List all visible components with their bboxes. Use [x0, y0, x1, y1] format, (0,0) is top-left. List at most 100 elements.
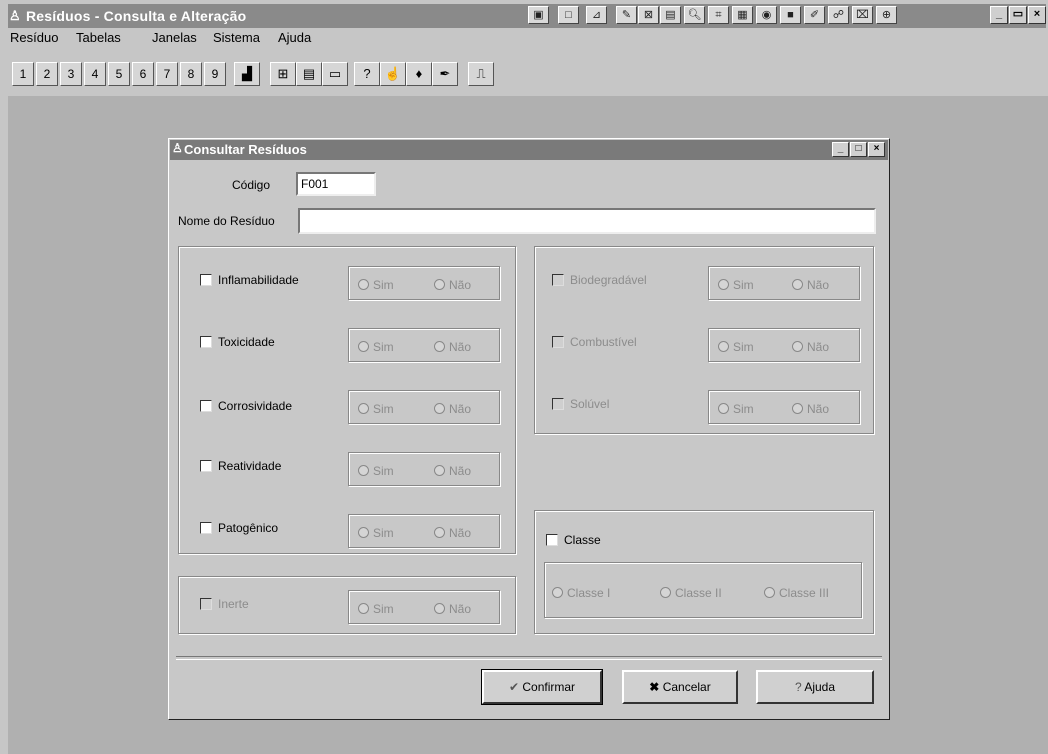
corrosividade-sim-radio[interactable]: Sim [358, 402, 394, 416]
tray-icon-9[interactable]: ▦ [732, 6, 753, 24]
toolbar: 1 2 3 4 5 6 7 8 9 ▟ ⊞ ▤ ▭ ? ☝ ♦ ✒ ⎍ [8, 56, 1046, 92]
corrosividade-checkbox[interactable] [200, 400, 212, 412]
exit-door-icon[interactable]: ⎍ [468, 62, 494, 86]
toolbar-number-button[interactable]: 1 [12, 62, 34, 86]
pen-icon[interactable]: ✒ [432, 62, 458, 86]
classe-iii-radio[interactable]: Classe III [764, 586, 829, 600]
help-icon[interactable]: ? [354, 62, 380, 86]
nome-residuo-label: Nome do Resíduo [178, 214, 275, 228]
x-icon: ✖ [649, 680, 660, 694]
toxicidade-label: Toxicidade [218, 335, 275, 349]
form-icon[interactable]: ▤ [296, 62, 322, 86]
inerte-label: Inerte [218, 597, 249, 611]
dialog-minimize-button[interactable]: _ [832, 142, 849, 157]
pin-icon[interactable]: ♦ [406, 62, 432, 86]
patogenico-sim-radio[interactable]: Sim [358, 526, 394, 540]
biodegradavel-label: Biodegradável [570, 273, 647, 287]
inflamabilidade-nao-radio[interactable]: Não [434, 278, 471, 292]
minimize-button[interactable]: _ [990, 6, 1008, 24]
menu-ajuda[interactable]: Ajuda [278, 30, 311, 45]
toolbar-number-button[interactable]: 3 [60, 62, 82, 86]
tray-icon-7[interactable]: 🔍︎ [684, 6, 705, 24]
question-icon: ? [794, 680, 802, 694]
dialog-title: Consultar Resíduos [184, 142, 307, 157]
patogenico-label: Patogênico [218, 521, 279, 535]
help-button[interactable]: ? Ajuda [756, 670, 874, 704]
patogenico-nao-radio[interactable]: Não [434, 526, 471, 540]
window-icon[interactable]: ▭ [322, 62, 348, 86]
inflamabilidade-checkbox[interactable] [200, 274, 212, 286]
codigo-label: Código [232, 178, 271, 192]
toolbar-number-button[interactable]: 5 [108, 62, 130, 86]
reatividade-label: Reatividade [218, 459, 282, 473]
toxicidade-sim-radio[interactable]: Sim [358, 340, 394, 354]
tray-icon-4[interactable]: ✎ [616, 6, 637, 24]
confirm-button[interactable]: ✔ Confirmar [481, 669, 603, 705]
tray-icon-5[interactable]: ⊠ [638, 6, 659, 24]
biodegradavel-checkbox[interactable] [552, 274, 564, 286]
tray-icon-10[interactable]: ◉ [756, 6, 777, 24]
table-icon[interactable]: ⊞ [270, 62, 296, 86]
dialog-app-icon: ♙ [172, 141, 183, 155]
tray-icon-12[interactable]: ✐ [804, 6, 825, 24]
combustivel-sim-radio[interactable]: Sim [718, 340, 754, 354]
tray-icon-15[interactable]: ⊕ [876, 6, 897, 24]
cancel-button[interactable]: ✖ Cancelar [622, 670, 738, 704]
classe-i-radio[interactable]: Classe I [552, 586, 610, 600]
inerte-sim-radio[interactable]: Sim [358, 602, 394, 616]
inerte-nao-radio[interactable]: Não [434, 602, 471, 616]
reatividade-checkbox[interactable] [200, 460, 212, 472]
combustivel-checkbox[interactable] [552, 336, 564, 348]
classe-label: Classe [564, 533, 601, 547]
toxicidade-checkbox[interactable] [200, 336, 212, 348]
soluvel-checkbox[interactable] [552, 398, 564, 410]
soluvel-nao-radio[interactable]: Não [792, 402, 829, 416]
toolbar-number-button[interactable]: 6 [132, 62, 154, 86]
button-separator [176, 656, 882, 660]
tray-icon-1[interactable]: ▣ [528, 6, 549, 24]
menu-sistema[interactable]: Sistema [213, 30, 260, 45]
close-button[interactable]: × [1028, 6, 1046, 24]
classe-checkbox[interactable] [546, 534, 558, 546]
tray-icon-8[interactable]: ⌗ [708, 6, 729, 24]
reatividade-nao-radio[interactable]: Não [434, 464, 471, 478]
toolbar-number-button[interactable]: 9 [204, 62, 226, 86]
toolbar-number-button[interactable]: 7 [156, 62, 178, 86]
menu-tabelas[interactable]: Tabelas [76, 30, 121, 45]
tray-icon-6[interactable]: ▤ [660, 6, 681, 24]
menu-janelas[interactable]: Janelas [152, 30, 197, 45]
menu-residuo[interactable]: Resíduo [10, 30, 58, 45]
toxicidade-nao-radio[interactable]: Não [434, 340, 471, 354]
tray-icon-2[interactable]: □ [558, 6, 579, 24]
bar-chart-icon[interactable]: ▟ [234, 62, 260, 86]
toolbar-number-button[interactable]: 4 [84, 62, 106, 86]
window-title: Resíduos - Consulta e Alteração [26, 8, 247, 24]
tray-icon-13[interactable]: ☍ [828, 6, 849, 24]
soluvel-label: Solúvel [570, 397, 610, 411]
dialog-close-button[interactable]: × [868, 142, 885, 157]
restore-button[interactable]: ▭ [1009, 6, 1027, 24]
combustivel-nao-radio[interactable]: Não [792, 340, 829, 354]
corrosividade-label: Corrosividade [218, 399, 293, 413]
toolbar-number-button[interactable]: 8 [180, 62, 202, 86]
check-icon: ✔ [508, 680, 520, 694]
inerte-checkbox[interactable] [200, 598, 212, 610]
classe-ii-radio[interactable]: Classe II [660, 586, 722, 600]
tray-icon-3[interactable]: ⊿ [586, 6, 607, 24]
inflamabilidade-sim-radio[interactable]: Sim [358, 278, 394, 292]
dialog-maximize-button[interactable]: □ [850, 142, 867, 157]
patogenico-checkbox[interactable] [200, 522, 212, 534]
corrosividade-nao-radio[interactable]: Não [434, 402, 471, 416]
nome-residuo-field[interactable] [298, 208, 876, 234]
reatividade-sim-radio[interactable]: Sim [358, 464, 394, 478]
biodegradavel-nao-radio[interactable]: Não [792, 278, 829, 292]
toolbar-number-button[interactable]: 2 [36, 62, 58, 86]
hand-pointer-icon[interactable]: ☝ [380, 62, 406, 86]
combustivel-label: Combustível [570, 335, 637, 349]
inflamabilidade-label: Inflamabilidade [218, 273, 299, 287]
codigo-field[interactable] [296, 172, 376, 196]
tray-icon-14[interactable]: ⌧ [852, 6, 873, 24]
soluvel-sim-radio[interactable]: Sim [718, 402, 754, 416]
tray-icon-11[interactable]: ■ [780, 6, 801, 24]
biodegradavel-sim-radio[interactable]: Sim [718, 278, 754, 292]
